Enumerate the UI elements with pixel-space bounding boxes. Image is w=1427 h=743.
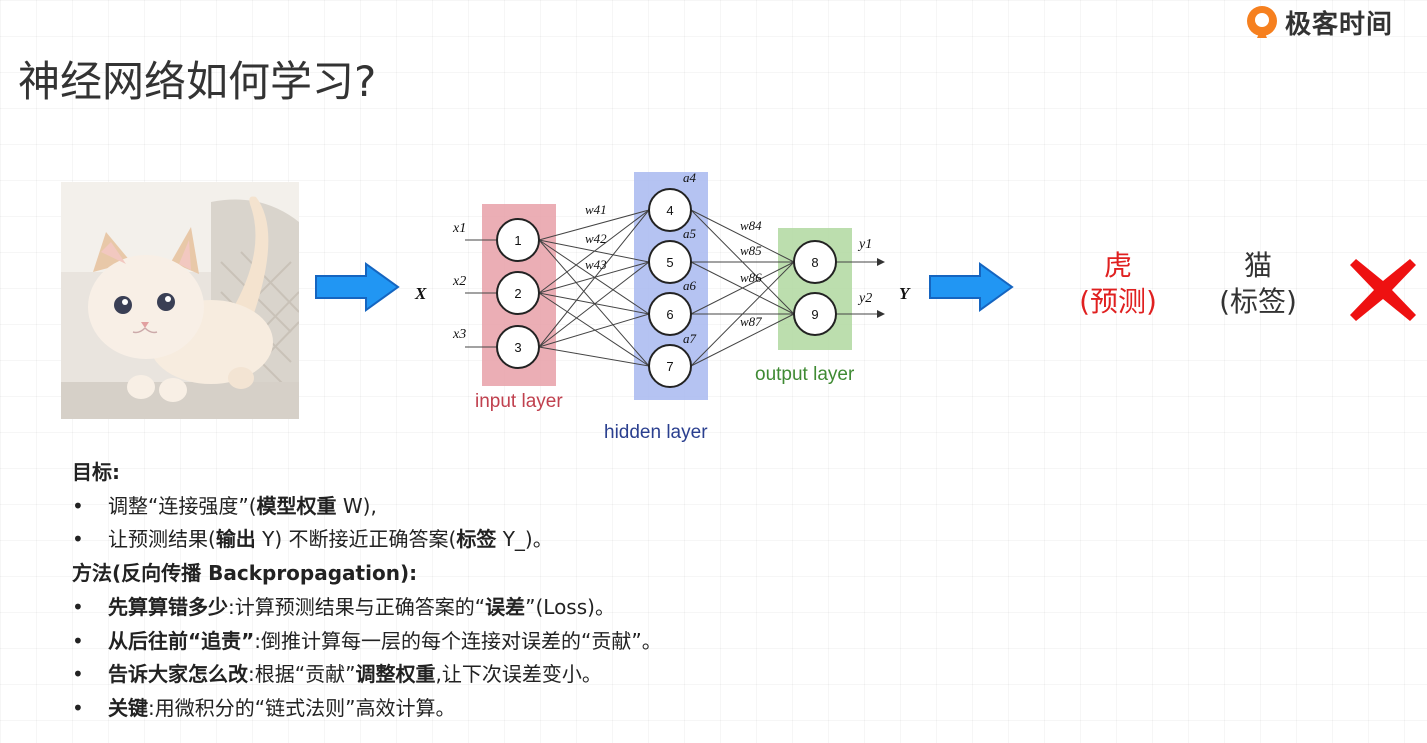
slide-title: 神经网络如何学习? xyxy=(18,57,377,106)
goal-list: 调整“连接强度”(模型权重 W), 让预测结果(输出 Y) 不断接近正确答案(标… xyxy=(72,490,662,557)
activation-a6: a6 xyxy=(683,278,697,293)
prediction-tag: (预测) xyxy=(1079,285,1157,318)
input-node-3: 3 xyxy=(514,340,521,355)
method-heading: 方法(反向传播 Backpropagation): xyxy=(72,561,418,586)
cat-photo xyxy=(61,182,299,419)
brand-logo: 极客时间 xyxy=(1245,2,1393,42)
hidden-layer-label: hidden layer xyxy=(604,422,708,443)
hidden-node-4: 4 xyxy=(666,203,673,218)
hidden-node-5: 5 xyxy=(666,255,673,270)
hidden-node-7: 7 xyxy=(666,359,673,374)
weight-w84: w84 xyxy=(740,218,762,233)
right-arrow-icon xyxy=(929,262,1014,312)
weight-w42: w42 xyxy=(585,231,607,246)
list-item: 调整“连接强度”(模型权重 W), xyxy=(72,490,662,524)
input-node-1: 1 xyxy=(514,233,521,248)
weight-w43: w43 xyxy=(585,257,607,272)
input-x3: x3 xyxy=(452,327,466,342)
label-word: 猫 xyxy=(1243,249,1272,282)
y-symbol: Y xyxy=(899,284,911,303)
right-arrow-icon xyxy=(315,262,400,312)
list-item: 从后往前“追责”:倒推计算每一层的每个连接对误差的“贡献”。 xyxy=(72,625,662,659)
goal-heading: 目标: xyxy=(72,460,120,484)
input-x1: x1 xyxy=(452,221,466,236)
cross-mark-icon xyxy=(1350,259,1416,321)
list-item: 先算算错多少:计算预测结果与正确答案的“误差”(Loss)。 xyxy=(72,591,662,625)
activation-a7: a7 xyxy=(683,331,697,346)
list-item: 关键:用微积分的“链式法则”高效计算。 xyxy=(72,692,662,726)
list-item: 告诉大家怎么改:根据“贡献”调整权重,让下次误差变小。 xyxy=(72,658,662,692)
input-x2: x2 xyxy=(452,274,466,289)
weight-w85: w85 xyxy=(740,243,762,258)
output-y1: y1 xyxy=(857,237,872,252)
explanation: 目标: 调整“连接强度”(模型权重 W), 让预测结果(输出 Y) 不断接近正确… xyxy=(72,456,662,726)
brand-name: 极客时间 xyxy=(1285,9,1394,40)
output-node-8: 8 xyxy=(811,255,818,270)
weight-w87: w87 xyxy=(740,314,762,329)
method-list: 先算算错多少:计算预测结果与正确答案的“误差”(Loss)。 从后往前“追责”:… xyxy=(72,591,662,726)
list-item: 让预测结果(输出 Y) 不断接近正确答案(标签 Y_)。 xyxy=(72,523,662,557)
brand-logo-icon xyxy=(1247,6,1277,38)
x-symbol: X xyxy=(414,284,427,303)
neural-network-diagram: 1 2 3 4 5 6 7 8 9 x1 x2 x3 y1 y2 w41 w42… xyxy=(414,170,911,443)
ground-truth-label: 猫 (标签) xyxy=(1210,248,1306,320)
activation-a5: a5 xyxy=(683,226,697,241)
prediction-word: 虎 xyxy=(1103,249,1132,282)
input-node-2: 2 xyxy=(514,286,521,301)
output-y2: y2 xyxy=(857,291,872,306)
activation-a4: a4 xyxy=(683,170,697,185)
input-layer-label: input layer xyxy=(475,391,563,412)
prediction: 虎 (预测) xyxy=(1070,248,1166,320)
output-node-9: 9 xyxy=(811,307,818,322)
weight-w86: w86 xyxy=(740,270,762,285)
hidden-node-6: 6 xyxy=(666,307,673,322)
output-layer-label: output layer xyxy=(755,364,855,385)
label-tag: (标签) xyxy=(1219,285,1297,318)
weight-w41: w41 xyxy=(585,202,607,217)
